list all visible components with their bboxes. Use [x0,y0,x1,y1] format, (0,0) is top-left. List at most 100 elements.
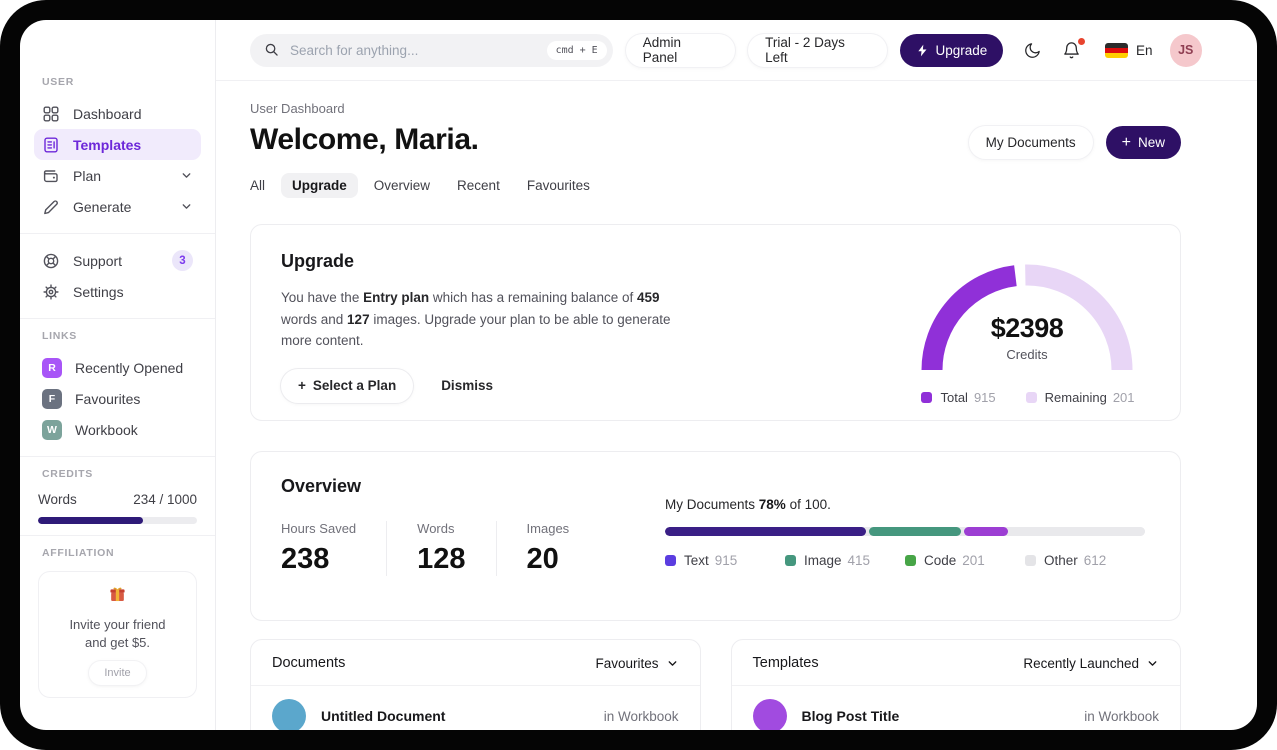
credits-gauge: $2398 Credits Total 915 Remaining 201 [912,251,1144,420]
search-shortcut-badge: cmd + E [546,40,607,60]
credits-metric-value: 234 / 1000 [133,492,197,507]
sidebar-item-settings[interactable]: Settings [34,276,201,307]
legend-value: 915 [714,553,738,568]
sidebar-section-user-label: USER [42,76,74,88]
divider [20,535,215,536]
select-plan-button[interactable]: + Select a Plan [281,368,414,403]
documents-card-header: Documents Favourites [251,640,700,686]
sidebar-item-label: Support [73,252,123,269]
tab-recent[interactable]: Recent [446,173,511,198]
sidebar-link-label: Recently Opened [75,359,184,376]
sidebar-link-workbook[interactable]: W Workbook [34,414,201,445]
tab-overview[interactable]: Overview [363,173,441,198]
app-window: USER Dashboard Templates Plan Generate S… [20,20,1257,730]
affiliation-line1: Invite your friend [69,617,166,632]
sidebar-item-dashboard[interactable]: Dashboard [34,98,201,129]
documents-filter-label: Favourites [595,655,659,671]
chevron-down-icon [180,200,193,213]
notifications-button[interactable] [1062,37,1086,60]
overview-card: Overview Hours Saved 238 Words 128 Image… [250,451,1181,621]
gauge-amount: $2398 [990,313,1064,343]
dark-mode-toggle[interactable] [1023,41,1042,60]
credits-metric-label: Words [38,492,77,507]
document-row-title: Untitled Document [321,708,446,724]
gear-icon [42,283,60,301]
wallet-icon [42,167,60,185]
templates-icon [42,136,60,154]
credits-row: Words 234 / 1000 [34,492,201,507]
templates-filter-label: Recently Launched [1023,655,1139,671]
stat-value: 20 [526,543,559,575]
template-row[interactable]: Blog Post Title in Workbook [732,686,1181,730]
new-button[interactable]: + New [1105,126,1181,159]
lifebuoy-icon [42,252,60,270]
documents-filter-dropdown[interactable]: Favourites [595,656,678,671]
stat-label: Hours Saved [281,521,357,536]
overview-stats: Hours Saved 238 Words 128 Images 20 [281,521,665,576]
templates-card: Templates Recently Launched Blog Post Ti… [730,639,1181,730]
sidebar-item-templates[interactable]: Templates [34,129,201,160]
template-row-avatar [752,699,787,730]
bolt-icon [916,44,929,57]
notification-dot [1078,37,1086,45]
stat-label: Images [526,521,570,536]
template-row-location: in Workbook [1084,708,1159,724]
admin-panel-button[interactable]: Admin Panel [625,33,736,67]
sidebar-link-favourites[interactable]: F Favourites [34,383,201,414]
tab-all[interactable]: All [239,173,276,198]
legend-name: Remaining [1044,390,1107,405]
tab-favourites[interactable]: Favourites [516,173,601,198]
upgrade-button-label: Upgrade [935,42,988,58]
upgrade-button[interactable]: Upgrade [899,33,1004,67]
search-placeholder: Search for anything... [290,42,419,58]
legend-name: Other [1044,553,1078,568]
my-documents-button[interactable]: My Documents [968,126,1093,159]
trial-status-button[interactable]: Trial - 2 Days Left [748,33,887,67]
tab-upgrade[interactable]: Upgrade [281,173,358,198]
sidebar-link-label: Favourites [75,390,141,407]
sidebar-item-support[interactable]: Support 3 [34,245,201,276]
invite-button[interactable]: Invite [89,661,146,686]
overview-legend-swatch [665,555,676,566]
upgrade-card-actions: + Select a Plan Dismiss [281,368,711,403]
language-label[interactable]: En [1136,43,1153,58]
sidebar-item-generate[interactable]: Generate [34,191,201,222]
sidebar-item-label: Generate [73,198,132,215]
overview-legend-swatch [1025,555,1036,566]
dismiss-button[interactable]: Dismiss [441,378,493,393]
bar-segment-text [665,527,867,536]
plus-icon: + [298,378,306,394]
filter-tabs: All Upgrade Overview Recent Favourites [239,173,1181,198]
dashboard-content: User Dashboard Welcome, Maria. My Docume… [216,81,1257,730]
templates-card-title: Templates [752,655,819,671]
document-row[interactable]: Untitled Document in Workbook [251,686,700,730]
divider [20,456,215,457]
user-avatar[interactable]: JS [1169,33,1202,67]
link-initial-badge: R [42,357,62,378]
legend-item-text: Text 915 [665,553,785,568]
german-flag-icon[interactable] [1105,42,1128,58]
legend-name: Text [684,553,709,568]
chevron-down-icon [180,169,193,182]
new-button-label: New [1137,135,1165,150]
affiliation-card: Invite your friend and get $5. Invite [38,571,197,699]
stat-label: Words [417,521,455,536]
sidebar-item-plan[interactable]: Plan [34,160,201,191]
sidebar-link-recently-opened[interactable]: R Recently Opened [34,352,201,383]
template-row-title: Blog Post Title [801,708,900,724]
link-initial-badge: W [42,419,62,440]
document-row-avatar [272,699,306,730]
page-title: Welcome, Maria. [250,123,479,156]
grid-icon [42,105,60,123]
overview-right: My Documents 78% of 100. Text 915 Image [665,476,1145,620]
upgrade-card-title: Upgrade [281,251,355,271]
legend-value: 612 [1083,553,1107,568]
templates-filter-dropdown[interactable]: Recently Launched [1023,656,1159,671]
header-actions: My Documents + New [968,126,1181,159]
search-input[interactable]: Search for anything... cmd + E [250,33,613,67]
stat-words: Words 128 [386,521,495,576]
main-area: Search for anything... cmd + E Admin Pan… [216,20,1257,730]
gauge-legend: Total 915 Remaining 201 [912,390,1144,405]
overview-left: Overview Hours Saved 238 Words 128 Image… [281,476,665,620]
credits-progress-fill [38,517,143,524]
